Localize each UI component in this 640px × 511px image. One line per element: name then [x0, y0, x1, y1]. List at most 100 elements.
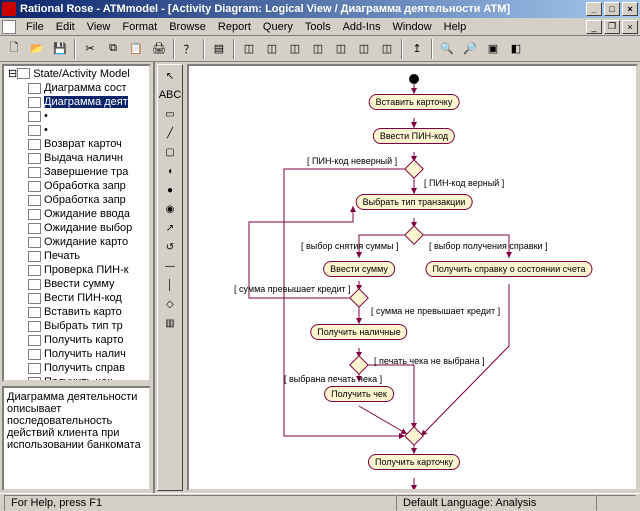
- item-icon: [28, 181, 41, 192]
- sync-h-tool[interactable]: —: [160, 257, 180, 275]
- item-icon: [28, 125, 41, 136]
- browse-component-button[interactable]: ◫: [353, 38, 375, 60]
- end-tool[interactable]: ◉: [160, 200, 180, 218]
- start-node[interactable]: [409, 74, 419, 84]
- tree-item[interactable]: Вести ПИН-код: [4, 291, 149, 305]
- model-browser[interactable]: ⊟ State/Activity ModelДиаграмма состДиаг…: [2, 64, 151, 382]
- menu-report[interactable]: Report: [212, 19, 257, 35]
- browse-collab-button[interactable]: ◫: [307, 38, 329, 60]
- menu-edit[interactable]: Edit: [50, 19, 81, 35]
- open-button[interactable]: 📂: [26, 38, 48, 60]
- menu-help[interactable]: Help: [438, 19, 473, 35]
- self-transition-tool[interactable]: ↺: [160, 238, 180, 256]
- copy-button[interactable]: ⧉: [102, 38, 124, 60]
- activity-tool[interactable]: ◖: [160, 162, 180, 180]
- browse-deploy-button[interactable]: ◫: [376, 38, 398, 60]
- undo-fit-button[interactable]: ◧: [505, 38, 527, 60]
- pointer-tool[interactable]: ↖: [160, 67, 180, 85]
- text-tool[interactable]: ABC: [160, 86, 180, 104]
- item-icon: [28, 83, 41, 94]
- print-button[interactable]: 🖨: [148, 38, 170, 60]
- tree-item[interactable]: Выбрать тип тр: [4, 319, 149, 333]
- tree-root[interactable]: ⊟ State/Activity Model: [4, 66, 149, 81]
- browse-seq-button[interactable]: ◫: [284, 38, 306, 60]
- tree-item[interactable]: Получить налич: [4, 347, 149, 361]
- tree-item[interactable]: Обработка запр: [4, 193, 149, 207]
- start-tool[interactable]: ●: [160, 181, 180, 199]
- tree-item[interactable]: Ожидание ввода: [4, 207, 149, 221]
- activity-enter-amount[interactable]: Ввести сумму: [323, 261, 395, 277]
- tree-item[interactable]: Возврат карточ: [4, 137, 149, 151]
- status-extra: [596, 495, 636, 511]
- anchor-tool[interactable]: ╱: [160, 124, 180, 142]
- transition-tool[interactable]: ↗: [160, 219, 180, 237]
- tree-item[interactable]: Печать: [4, 249, 149, 263]
- fit-button[interactable]: ▣: [482, 38, 504, 60]
- cut-button[interactable]: ✂: [79, 38, 101, 60]
- menu-window[interactable]: Window: [387, 19, 438, 35]
- tree-item[interactable]: Получить карто: [4, 333, 149, 347]
- tree-item[interactable]: Ввести сумму: [4, 277, 149, 291]
- tree-item[interactable]: Получить чек: [4, 375, 149, 382]
- tree-item[interactable]: Выдача наличн: [4, 151, 149, 165]
- sync-v-tool[interactable]: │: [160, 276, 180, 294]
- help-button[interactable]: ？: [178, 38, 200, 60]
- menu-add-ins[interactable]: Add-Ins: [337, 19, 387, 35]
- guard-receipt: [ выбрана печать чека ]: [284, 374, 382, 384]
- mdi-restore-button[interactable]: ❐: [604, 20, 620, 34]
- close-button[interactable]: ×: [622, 2, 638, 16]
- mdi-close-button[interactable]: ×: [622, 20, 638, 34]
- activity-get-cash[interactable]: Получить наличные: [310, 324, 407, 340]
- item-icon: [28, 209, 41, 220]
- tree-item[interactable]: Вставить карто: [4, 305, 149, 319]
- guard-withdraw: [ выбор снятия суммы ]: [301, 241, 399, 251]
- state-tool[interactable]: ▢: [160, 143, 180, 161]
- documentation-text: Диаграмма деятельности описывает последо…: [7, 391, 141, 451]
- tree-item[interactable]: Обработка запр: [4, 179, 149, 193]
- activity-insert-card[interactable]: Вставить карточку: [369, 94, 460, 110]
- item-icon: [28, 363, 41, 374]
- browse-class-button[interactable]: ◫: [238, 38, 260, 60]
- minimize-button[interactable]: _: [586, 2, 602, 16]
- menu-file[interactable]: File: [20, 19, 50, 35]
- decision-tool[interactable]: ◇: [160, 295, 180, 313]
- view-doc-button[interactable]: ▤: [208, 38, 230, 60]
- mdi-minimize-button[interactable]: _: [586, 20, 602, 34]
- new-button[interactable]: 🗋: [3, 38, 25, 60]
- tree-item[interactable]: •: [4, 109, 149, 123]
- save-button[interactable]: 💾: [49, 38, 71, 60]
- zoom-out-button[interactable]: 🔎: [459, 38, 481, 60]
- diagram-canvas[interactable]: Вставить карточку Ввести ПИН-код [ ПИН-к…: [187, 64, 638, 491]
- activity-get-statement[interactable]: Получить справку о состоянии счета: [425, 261, 592, 277]
- browse-state-button[interactable]: ◫: [330, 38, 352, 60]
- item-icon: [28, 377, 41, 383]
- menu-query[interactable]: Query: [257, 19, 299, 35]
- tree-item[interactable]: Диаграмма сост: [4, 81, 149, 95]
- activity-get-receipt[interactable]: Получить чек: [324, 386, 394, 402]
- paste-button[interactable]: 📋: [125, 38, 147, 60]
- activity-get-card[interactable]: Получить карточку: [368, 454, 460, 470]
- menu-view[interactable]: View: [81, 19, 117, 35]
- maximize-button[interactable]: □: [604, 2, 620, 16]
- menu-format[interactable]: Format: [116, 19, 163, 35]
- zoom-in-button[interactable]: 🔍: [436, 38, 458, 60]
- documentation-pane[interactable]: Диаграмма деятельности описывает последо…: [2, 386, 151, 491]
- tree-item[interactable]: Ожидание карто: [4, 235, 149, 249]
- menu-browse[interactable]: Browse: [163, 19, 212, 35]
- tree-item[interactable]: Завершение тра: [4, 165, 149, 179]
- tree-item[interactable]: Ожидание выбор: [4, 221, 149, 235]
- tree-item[interactable]: Получить справ: [4, 361, 149, 375]
- browse-usecase-button[interactable]: ◫: [261, 38, 283, 60]
- tree-item[interactable]: Диаграмма деят: [4, 95, 149, 109]
- swimlane-tool[interactable]: ▥: [160, 314, 180, 332]
- left-pane: ⊟ State/Activity ModelДиаграмма состДиаг…: [0, 62, 155, 493]
- tree-item[interactable]: Проверка ПИН-к: [4, 263, 149, 277]
- activity-select-transaction[interactable]: Выбрать тип транзакции: [356, 194, 473, 210]
- note-tool[interactable]: ▭: [160, 105, 180, 123]
- tree-item[interactable]: •: [4, 123, 149, 137]
- menu-tools[interactable]: Tools: [299, 19, 337, 35]
- guard-pin-wrong: [ ПИН-код неверный ]: [307, 156, 397, 166]
- zoom-parent-button[interactable]: ↥: [406, 38, 428, 60]
- activity-enter-pin[interactable]: Ввести ПИН-код: [373, 128, 455, 144]
- guard-over-limit: [ сумма превышает кредит ]: [234, 284, 351, 294]
